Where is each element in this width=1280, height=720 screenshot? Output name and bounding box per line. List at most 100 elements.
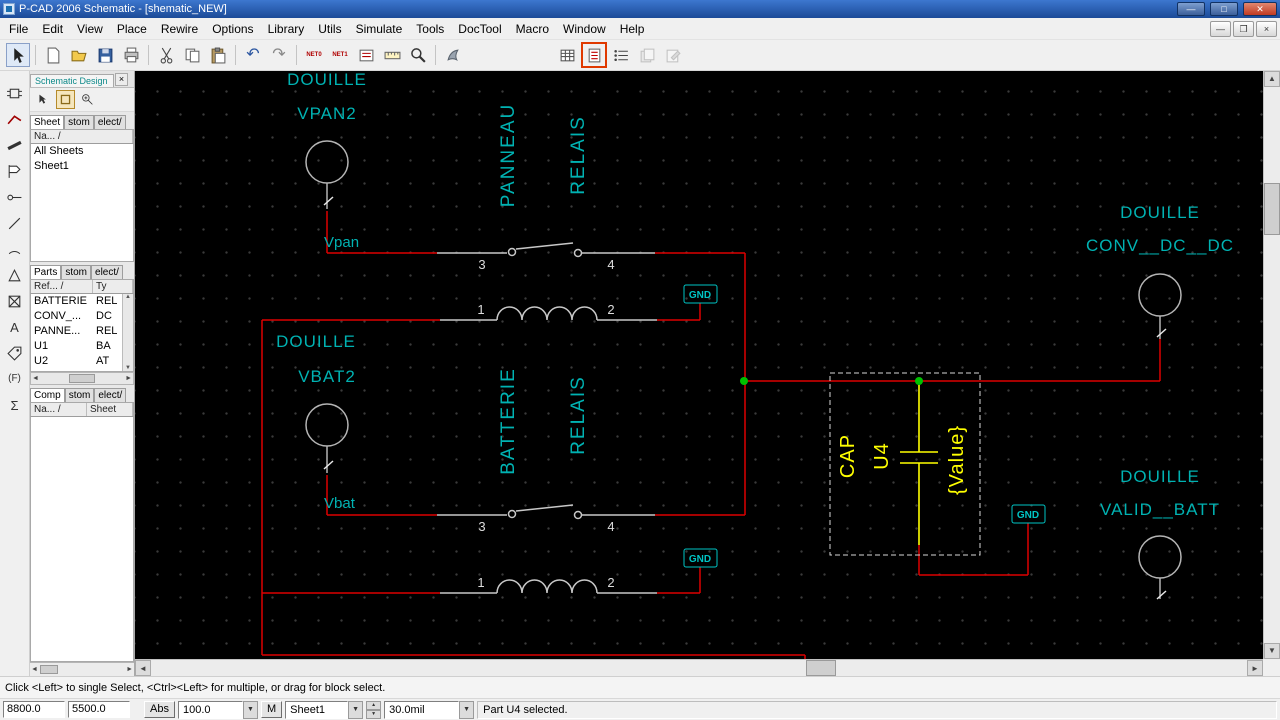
sheet-spinner[interactable]: ▲ ▼ (366, 700, 382, 719)
schematic-canvas[interactable]: CAP U4 {Value} GND GND GND 3 4 1 2 3 4 1… (135, 71, 1263, 659)
net1-tool-button[interactable]: NET1 (328, 43, 352, 67)
place-bus-icon[interactable] (3, 133, 27, 157)
menu-edit[interactable]: Edit (35, 19, 70, 39)
components-grid-header[interactable]: Na... / Sheet (30, 402, 134, 417)
spreadsheet-button[interactable] (555, 43, 579, 67)
zoom-combo[interactable]: 100.0 ▼ (177, 700, 258, 719)
socket-valid-batt-symbol[interactable] (1138, 535, 1182, 600)
place-ref-point-icon[interactable] (3, 289, 27, 313)
parts-grid-header[interactable]: Ref... / Ty (30, 279, 134, 294)
table-row[interactable]: U2 AT (31, 354, 133, 369)
menu-macro[interactable]: Macro (509, 19, 556, 39)
list-item[interactable]: All Sheets (31, 144, 133, 159)
menu-view[interactable]: View (70, 19, 110, 39)
menu-place[interactable]: Place (110, 19, 154, 39)
horizontal-scroll-thumb[interactable] (806, 660, 836, 676)
tab-sheets[interactable]: Sheet (30, 115, 65, 129)
components-list[interactable] (30, 417, 134, 662)
place-part-icon[interactable] (3, 81, 27, 105)
scroll-right-icon[interactable]: ► (1247, 660, 1263, 676)
tab-custom[interactable]: stom (61, 265, 92, 279)
panel-select-mode-icon[interactable] (34, 90, 53, 109)
place-ieee-symbol-icon[interactable]: Σ (3, 393, 27, 417)
save-button[interactable] (93, 43, 117, 67)
table-row[interactable]: PANNE... REL (31, 324, 133, 339)
menu-simulate[interactable]: Simulate (349, 19, 410, 39)
place-pin-icon[interactable] (3, 185, 27, 209)
zoom-button[interactable] (406, 43, 430, 67)
tab-select[interactable]: elect/ (93, 115, 126, 129)
tab-custom[interactable]: stom (64, 388, 95, 402)
menu-options[interactable]: Options (205, 19, 260, 39)
chevron-down-icon[interactable]: ▼ (459, 700, 475, 719)
parts-horizontal-scrollbar[interactable]: ◄ ► (30, 372, 134, 385)
measure-button[interactable] (380, 43, 404, 67)
relay-switch-2-symbol[interactable] (437, 504, 655, 520)
menu-rewire[interactable]: Rewire (154, 19, 205, 39)
gnd-port-2[interactable]: GND (683, 548, 718, 568)
socket-vpan2-symbol[interactable] (305, 140, 349, 209)
select-tool-button[interactable] (6, 43, 30, 67)
socket-conv-dc-dc-symbol[interactable] (1138, 273, 1182, 339)
sheets-grid-header[interactable]: Na... / (30, 129, 134, 144)
relay-switch-1-symbol[interactable] (437, 242, 655, 258)
menu-file[interactable]: File (2, 19, 35, 39)
mdi-minimize-button[interactable]: — (1210, 20, 1231, 37)
panel-close-icon[interactable]: × (115, 73, 128, 86)
table-row[interactable]: U1 BA (31, 339, 133, 354)
spinner-up-icon[interactable]: ▲ (366, 700, 382, 710)
place-text-icon[interactable]: A (3, 315, 27, 339)
open-file-button[interactable] (67, 43, 91, 67)
tab-select[interactable]: elect/ (94, 388, 127, 402)
record-macro-button[interactable] (441, 43, 465, 67)
mdi-restore-button[interactable]: ❐ (1233, 20, 1254, 37)
tab-parts[interactable]: Parts (30, 265, 62, 279)
scroll-down-icon[interactable]: ▼ (1264, 643, 1280, 659)
mdi-close-button[interactable]: × (1256, 20, 1277, 37)
net-wires[interactable] (261, 211, 1161, 659)
sheet-combo[interactable]: Sheet1 ▼ (285, 700, 364, 719)
horizontal-scrollbar[interactable]: ◄ ► (135, 659, 1263, 676)
panel-zoom-mode-icon[interactable] (78, 90, 97, 109)
new-file-button[interactable] (41, 43, 65, 67)
rename-nets-button[interactable] (354, 43, 378, 67)
maximize-button[interactable]: □ (1210, 2, 1238, 16)
paste-button[interactable] (206, 43, 230, 67)
capacitor-u4-selected[interactable]: CAP U4 {Value} (829, 372, 981, 556)
menu-doctool[interactable]: DocTool (451, 19, 508, 39)
y-coordinate-field[interactable]: 5500.0 (68, 701, 130, 718)
socket-vbat2-symbol[interactable] (305, 403, 349, 473)
parts-vertical-scrollbar[interactable]: ▲ ▼ (122, 294, 133, 371)
menu-window[interactable]: Window (556, 19, 613, 39)
chevron-down-icon[interactable]: ▼ (348, 700, 364, 719)
x-coordinate-field[interactable]: 8800.0 (3, 701, 65, 718)
relay-coil-2-symbol[interactable] (440, 579, 657, 594)
abs-rel-button[interactable]: Abs (144, 701, 175, 718)
relay-coil-1-symbol[interactable] (440, 306, 657, 321)
scroll-up-icon[interactable]: ▲ (1264, 71, 1280, 87)
gnd-port-1[interactable]: GND (683, 284, 718, 304)
tab-schematic-design[interactable]: Schematic Design (30, 74, 114, 87)
vertical-scrollbar[interactable]: ▲ ▼ (1263, 71, 1280, 659)
place-polygon-icon[interactable] (3, 263, 27, 287)
panel-horizontal-scrollbar[interactable]: ◄ ► (30, 662, 134, 676)
spinner-down-icon[interactable]: ▼ (366, 709, 382, 719)
tab-components[interactable]: Comp (30, 388, 65, 402)
vertical-scroll-thumb[interactable] (1264, 183, 1280, 235)
minimize-button[interactable]: — (1177, 2, 1205, 16)
tab-select[interactable]: elect/ (91, 265, 123, 279)
panel-highlight-mode-icon[interactable] (56, 90, 75, 109)
macro-record-button[interactable]: M (260, 701, 283, 718)
print-button[interactable] (119, 43, 143, 67)
sheets-button-disabled[interactable] (635, 43, 659, 67)
net0-tool-button[interactable]: NET0 (302, 43, 326, 67)
copy-button[interactable] (180, 43, 204, 67)
place-field-icon[interactable]: (F) (3, 367, 27, 391)
place-port-icon[interactable] (3, 159, 27, 183)
menu-library[interactable]: Library (261, 19, 312, 39)
menu-utils[interactable]: Utils (311, 19, 348, 39)
scroll-left-icon[interactable]: ◄ (135, 660, 151, 676)
cut-button[interactable] (154, 43, 178, 67)
menu-help[interactable]: Help (613, 19, 652, 39)
list-report-button[interactable] (609, 43, 633, 67)
